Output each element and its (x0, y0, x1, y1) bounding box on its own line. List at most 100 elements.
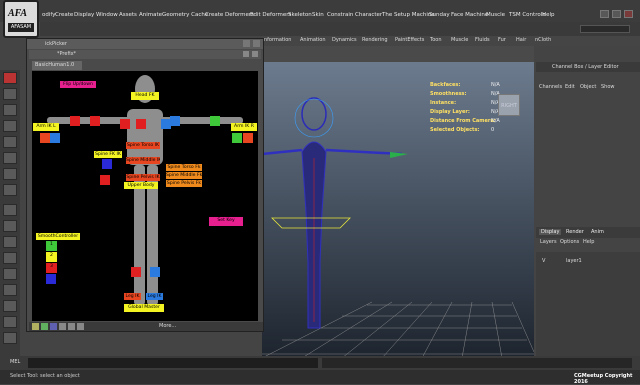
picker-footer-icon-5[interactable] (68, 323, 75, 330)
smooth-level-1-button[interactable]: 1 (46, 241, 57, 251)
shelf-tab-animation[interactable]: Animation (300, 37, 326, 43)
last-tool-icon[interactable] (3, 184, 17, 196)
menu-create[interactable]: Create (55, 12, 73, 18)
options-menu[interactable]: Options (560, 239, 579, 245)
move-tool-icon[interactable] (3, 120, 17, 132)
perspective-viewport[interactable]: Backfaces: N/A Smoothness: N/A Instance:… (262, 62, 534, 358)
menu-assets[interactable]: Assets (119, 12, 137, 18)
picker-float-icon[interactable] (243, 40, 250, 47)
channels-menu[interactable]: Channels (539, 84, 562, 90)
select-tool-icon[interactable] (3, 72, 17, 84)
help-menu[interactable]: Help (583, 239, 594, 245)
menu-constrain[interactable]: Constrain (327, 12, 353, 18)
layout-custom-icon[interactable] (3, 300, 17, 312)
picker-prefix-tab[interactable]: *Prefix* (57, 51, 76, 57)
menu-geometry-cache[interactable]: Geometry Cache (162, 12, 208, 18)
menu-window[interactable]: Window (96, 12, 118, 18)
spine-torso-ik-button[interactable]: Spine Torso IK (126, 142, 160, 149)
elbow-l-fk-control[interactable] (90, 116, 100, 126)
shelf-tab-muscle[interactable]: Muscle (451, 37, 468, 43)
knee-r-control[interactable] (150, 267, 160, 277)
leg-ik-l-button[interactable]: Leg IK (124, 293, 141, 300)
arm-ik-l-button[interactable]: Arm IK L (33, 123, 59, 131)
smooth-level-2-button[interactable]: 2 (46, 252, 57, 262)
clavicle-r-control[interactable] (161, 119, 171, 129)
hand-r-fk-control[interactable] (243, 133, 253, 143)
menu-tsm-controls[interactable]: TSM Controls (509, 12, 545, 18)
layout-single-icon[interactable] (3, 204, 17, 216)
spine-fk-ik-button[interactable]: Spine FK IK (94, 151, 122, 158)
edit-menu[interactable]: Edit (565, 84, 575, 90)
menu-create-deformers[interactable]: Create Deformers (205, 12, 254, 18)
menu-edit-deformers[interactable]: Edit Deformers (250, 12, 291, 18)
picker-footer-icon-1[interactable] (32, 323, 39, 330)
shelf-tab-toon[interactable]: Toon (430, 37, 442, 43)
set-key-button[interactable]: Set Key (209, 217, 243, 226)
layer-name[interactable]: layer1 (566, 258, 582, 264)
shelf-tab-painteffects[interactable]: PaintEffects (395, 37, 424, 43)
picker-more-button[interactable]: More... (159, 323, 176, 329)
picker-refresh-icon[interactable] (243, 51, 249, 57)
shelf-tab-hair[interactable]: Hair (516, 37, 526, 43)
layout-outliner-icon[interactable] (3, 268, 17, 280)
head-fk-button[interactable]: Head FK (131, 92, 159, 100)
tab-render[interactable]: Render (566, 229, 584, 235)
shelf-tab-fur[interactable]: Fur (498, 37, 506, 43)
maximize-icon[interactable] (612, 10, 621, 18)
shelf-tab-ncloth[interactable]: nCloth (535, 37, 551, 43)
spine-middle-ik-button[interactable]: Spine Middle IK (126, 157, 160, 164)
menu-muscle[interactable]: Muscle (486, 12, 505, 18)
scale-tool-icon[interactable] (3, 152, 17, 164)
picker-footer-icon-2[interactable] (41, 323, 48, 330)
character-mesh[interactable] (262, 97, 408, 329)
paint-select-icon[interactable] (3, 104, 17, 116)
shelf-tab-dynamics[interactable]: Dynamics (332, 37, 357, 43)
leg-ik-r-button[interactable]: Leg IK (146, 293, 163, 300)
picker-footer-icon-3[interactable] (50, 323, 57, 330)
spine-ik-switch[interactable] (102, 159, 112, 169)
menu-character[interactable]: Character (355, 12, 382, 18)
elbow-r-fk-control[interactable] (210, 116, 220, 126)
smooth-level-4-button[interactable] (46, 274, 56, 284)
flip-up-down-button[interactable]: Flip Up/down (60, 81, 96, 88)
menu-skin[interactable]: Skin (312, 12, 324, 18)
picker-footer-icon-6[interactable] (77, 323, 84, 330)
clavicle-l-control[interactable] (120, 119, 130, 129)
object-menu[interactable]: Object (580, 84, 596, 90)
shelf-tab-rendering[interactable]: Rendering (362, 37, 388, 43)
shelf-tab-fluids[interactable]: Fluids (475, 37, 490, 43)
menu-setup-machine[interactable]: The Setup Machine (382, 12, 435, 18)
manipulator-icon[interactable] (3, 168, 17, 180)
spine-pelvis-fk-button[interactable]: Spine Pelvis Fk (166, 180, 202, 187)
layout-extra-icon[interactable] (3, 316, 17, 328)
menu-animate[interactable]: Animate (139, 12, 162, 18)
view-cube[interactable]: RIGHT (498, 94, 520, 116)
close-icon[interactable] (624, 10, 633, 18)
tab-anim[interactable]: Anim (591, 229, 604, 235)
spine-fk-switch[interactable] (100, 175, 110, 185)
toolbar-field[interactable] (580, 25, 630, 33)
menu-skeleton[interactable]: Skeleton (288, 12, 312, 18)
hand-l-ik-control[interactable] (40, 133, 50, 143)
show-menu[interactable]: Show (601, 84, 615, 90)
layout-hypergraph-icon[interactable] (3, 284, 17, 296)
layer-visibility-toggle[interactable]: V (542, 258, 545, 264)
global-master-button[interactable]: Global Master (124, 304, 164, 312)
hand-l-fk-control[interactable] (50, 133, 60, 143)
menu-face-machine[interactable]: Face Machine (451, 12, 488, 18)
shelf-tab-information[interactable]: nformation (264, 37, 291, 43)
picker-settings-icon[interactable] (252, 51, 258, 57)
menu-help[interactable]: Help (542, 12, 555, 18)
neck-fk-control[interactable] (136, 119, 146, 129)
shoulder-r-fk-control[interactable] (170, 116, 180, 126)
spine-pelvis-ik-button[interactable]: Spine Pelvis IK (126, 174, 160, 181)
menu-modify[interactable]: odify (42, 12, 55, 18)
upper-body-button[interactable]: Upper Body (124, 182, 158, 189)
shoulder-l-fk-control[interactable] (70, 116, 80, 126)
layout-four-icon[interactable] (3, 220, 17, 232)
layers-menu[interactable]: Layers (540, 239, 557, 245)
spine-middle-fk-button[interactable]: Spine Middle Fk (166, 172, 202, 179)
tab-display[interactable]: Display (539, 229, 562, 235)
mel-input[interactable] (28, 358, 318, 368)
picker-subtab[interactable]: BasicHuman1.0 (32, 61, 82, 70)
